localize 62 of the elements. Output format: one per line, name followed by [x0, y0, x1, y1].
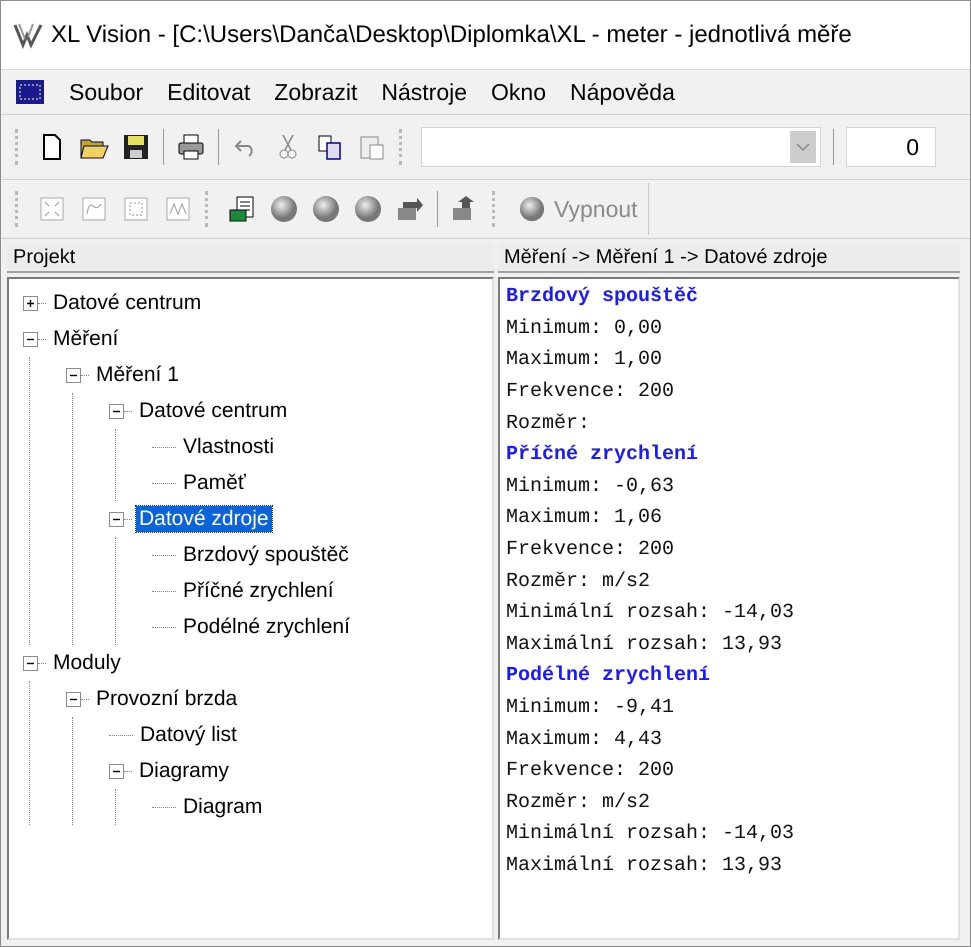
indicator-light-icon — [518, 195, 546, 223]
expand-toggle[interactable] — [66, 368, 81, 382]
expand-toggle[interactable] — [109, 764, 124, 778]
tree-item[interactable]: Diagram — [180, 794, 266, 820]
tree-item[interactable]: Moduly — [50, 650, 124, 676]
tree-item[interactable]: Diagramy — [136, 758, 232, 784]
indicator-light-icon[interactable] — [353, 194, 383, 224]
detail-line: Frekvence: 200 — [506, 379, 676, 406]
indicator-light-icon[interactable] — [311, 194, 341, 224]
detail-line: Minimální rozsah: -14,03 — [506, 600, 796, 626]
tree-item[interactable]: Měření 1 — [93, 362, 182, 388]
tree-item[interactable]: Brzdový spouštěč — [180, 542, 352, 568]
tree-item[interactable]: Paměť — [180, 470, 249, 496]
expand-toggle[interactable] — [23, 296, 38, 310]
detail-line: Minimum: -0,63 — [506, 474, 676, 500]
section-heading: Příčné zrychlení — [506, 442, 700, 468]
expand-toggle[interactable] — [23, 656, 38, 670]
app-logo-icon — [13, 21, 43, 49]
menu-item[interactable]: Okno — [491, 78, 546, 106]
panel-title: Projekt — [7, 243, 494, 273]
menu-item[interactable]: Soubor — [69, 78, 144, 106]
detail-line: Minimum: -9,41 — [506, 695, 676, 722]
caret-icon — [790, 131, 816, 163]
detail-line: Maximum: 4,43 — [506, 726, 664, 753]
breadcrumb: Měření -> Měření 1 -> Datové zdroje — [498, 243, 960, 273]
tree-item[interactable]: Podélné zrychlení — [180, 614, 353, 640]
expand-toggle[interactable] — [66, 692, 81, 706]
menu-item[interactable]: Editovat — [167, 78, 250, 106]
indicator-light-icon[interactable] — [269, 194, 299, 224]
detail-line: Rozměr: m/s2 — [506, 790, 652, 816]
tree-item[interactable]: Datové zdroje — [136, 506, 272, 532]
window-title: XL Vision - [C:\Users\Danča\Desktop\Diplomka\XL - meter - jednotlivá měře — [51, 21, 852, 49]
detail-line: Rozměr: — [506, 410, 592, 437]
menu-item[interactable]: Nápověda — [570, 78, 675, 106]
section-heading: Podélné zrychlení — [506, 663, 712, 690]
tree-item[interactable]: Datové centrum — [50, 290, 204, 316]
dropdown-field[interactable] — [421, 127, 821, 167]
detail-line: Minimum: 0,00 — [506, 316, 664, 342]
detail-line: Frekvence: 200 — [506, 537, 676, 564]
tree-item[interactable]: Příčné zrychlení — [180, 578, 337, 604]
detail-line: Maximální rozsah: 13,93 — [506, 852, 784, 879]
menu-item[interactable]: Nástroje — [381, 78, 468, 106]
app-menu-icon[interactable] — [15, 79, 45, 105]
tree-item[interactable]: Provozní brzda — [93, 686, 240, 712]
section-heading: Brzdový spouštěč — [506, 284, 700, 310]
detail-line: Maximum: 1,00 — [506, 347, 664, 374]
detail-line: Frekvence: 200 — [506, 758, 676, 784]
tree-item[interactable]: Datové centrum — [136, 398, 290, 424]
detail-line: Maximální rozsah: 13,93 — [506, 632, 784, 658]
menu-item[interactable]: Zobrazit — [274, 78, 358, 106]
number-field[interactable]: 0 — [846, 127, 936, 167]
printer-icon[interactable] — [176, 132, 206, 162]
expand-toggle[interactable] — [109, 512, 124, 526]
expand-toggle[interactable] — [23, 332, 38, 346]
tree-item[interactable]: Měření — [50, 326, 122, 352]
detail-line: Rozměr: m/s2 — [506, 568, 652, 595]
tree-item[interactable]: Datový list — [137, 722, 240, 748]
expand-toggle[interactable] — [109, 404, 124, 418]
detail-line: Maximum: 1,06 — [506, 505, 664, 532]
save-icon[interactable] — [121, 132, 151, 162]
detail-line: Minimální rozsah: -14,03 — [506, 821, 796, 848]
tree-item[interactable]: Vlastnosti — [180, 434, 278, 460]
